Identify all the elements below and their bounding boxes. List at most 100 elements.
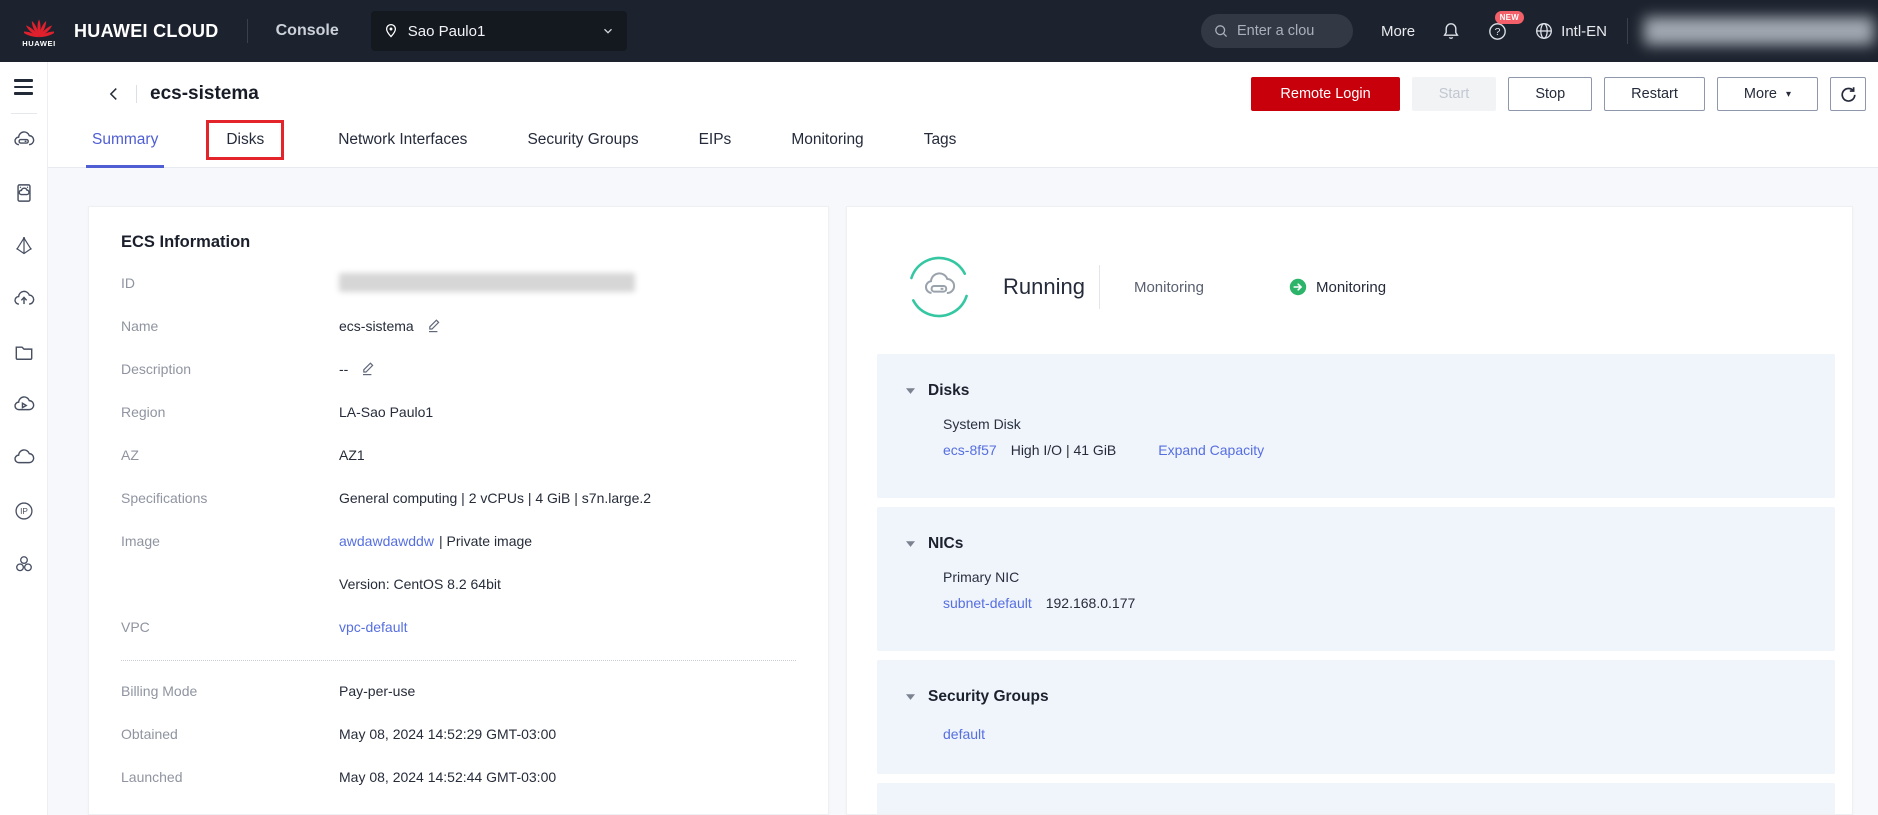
page-header: ecs-sistema Remote Login Start Stop Rest… (48, 62, 1878, 168)
divider (136, 85, 137, 103)
launched-value: May 08, 2024 14:52:44 GMT-03:00 (339, 769, 556, 785)
image-link[interactable]: awdawdawddw (339, 533, 434, 549)
search-input[interactable] (1237, 23, 1337, 39)
az-value: AZ1 (339, 447, 365, 463)
bell-icon (1441, 21, 1461, 41)
name-value: ecs-sistema (339, 318, 414, 334)
more-actions-button[interactable]: More▾ (1717, 77, 1818, 111)
edit-description-button[interactable] (359, 361, 375, 377)
info-row-name: Name ecs-sistema (121, 304, 796, 347)
globe-icon (1534, 21, 1554, 41)
running-status-icon (907, 255, 971, 319)
sidebar-item-autoscaling[interactable] (0, 220, 47, 273)
start-button[interactable]: Start (1412, 77, 1497, 111)
id-value-blurred (339, 273, 635, 292)
cluster-icon (13, 553, 35, 575)
status-text: Running (1003, 274, 1085, 300)
chevron-down-icon: ▾ (1786, 89, 1791, 100)
chevron-down-icon (601, 24, 615, 38)
detail-tabs: Summary Disks Network Interfaces Securit… (48, 112, 1878, 167)
sidebar-item-images[interactable] (0, 167, 47, 220)
primary-nic-label: Primary NIC (943, 569, 1835, 585)
huawei-logo[interactable]: HUAWEI (16, 14, 62, 48)
sidebar-item-vpc[interactable] (0, 432, 47, 485)
info-row-id: ID (121, 261, 796, 304)
security-group-link[interactable]: default (943, 726, 985, 742)
stop-button[interactable]: Stop (1508, 77, 1592, 111)
caret-down-icon (906, 541, 915, 547)
system-disk-label: System Disk (943, 416, 1835, 432)
info-row-specifications: Specifications General computing | 2 vCP… (121, 476, 796, 519)
back-button[interactable] (105, 85, 123, 103)
folder-icon (13, 341, 35, 363)
disk-spec: High I/O | 41 GiB (1011, 442, 1117, 458)
info-row-description: Description -- (121, 347, 796, 390)
menu-icon[interactable] (10, 75, 37, 99)
content: ECS Information ID Name ecs-sistema De (48, 168, 1878, 815)
expand-capacity-link[interactable]: Expand Capacity (1158, 442, 1264, 458)
autoscaling-icon (13, 235, 35, 257)
remote-login-button[interactable]: Remote Login (1251, 77, 1399, 111)
global-search[interactable] (1201, 14, 1353, 48)
security-groups-section-header[interactable]: Security Groups (906, 660, 1835, 706)
image-type: | Private image (439, 533, 532, 549)
edit-name-button[interactable] (425, 318, 441, 334)
page-title: ecs-sistema (150, 83, 259, 105)
disks-section: Disks System Disk ecs-8f57 High I/O | 41… (877, 354, 1835, 498)
user-account-blurred[interactable] (1644, 17, 1874, 45)
tab-disks[interactable]: Disks (206, 120, 284, 160)
refresh-button[interactable] (1830, 77, 1866, 111)
sidebar-item-eip[interactable]: IP (0, 485, 47, 538)
subnet-link[interactable]: subnet-default (943, 595, 1032, 611)
tab-eips[interactable]: EIPs (693, 112, 738, 167)
svg-text:IP: IP (20, 507, 28, 516)
topbar: HUAWEI HUAWEI CLOUD Console Sao Paulo1 M… (0, 0, 1878, 62)
sidebar-item-cloud-upload[interactable] (0, 273, 47, 326)
info-row-billing-mode: Billing Mode Pay-per-use (121, 669, 796, 712)
info-row-obtained: Obtained May 08, 2024 14:52:29 GMT-03:00 (121, 712, 796, 755)
disks-section-header[interactable]: Disks (906, 354, 1835, 400)
tab-network-interfaces[interactable]: Network Interfaces (332, 112, 473, 167)
specifications-value: General computing | 2 vCPUs | 4 GiB | s7… (339, 490, 651, 506)
main-area: ecs-sistema Remote Login Start Stop Rest… (48, 62, 1878, 815)
caret-down-icon (906, 388, 915, 394)
divider (1099, 265, 1100, 309)
obtained-value: May 08, 2024 14:52:29 GMT-03:00 (339, 726, 556, 742)
cloud-play-icon (13, 394, 35, 416)
storage-card-icon (13, 182, 35, 204)
tab-summary[interactable]: Summary (86, 112, 164, 167)
dotted-divider (121, 660, 796, 661)
notifications-button[interactable] (1441, 21, 1461, 41)
vpc-link[interactable]: vpc-default (339, 619, 407, 635)
monitoring-link[interactable]: Monitoring (1289, 278, 1386, 296)
language-selector[interactable] (1534, 21, 1554, 41)
language-label[interactable]: Intl-EN (1561, 23, 1607, 40)
sidebar-item-cluster[interactable] (0, 538, 47, 591)
more-menu[interactable]: More (1381, 23, 1415, 40)
back-chevron-icon (105, 85, 123, 103)
cloud-icon (13, 447, 35, 469)
console-link[interactable]: Console (276, 22, 339, 40)
ecs-information-card: ECS Information ID Name ecs-sistema De (88, 206, 829, 815)
logo-word: HUAWEI (22, 39, 56, 48)
sidebar-item-ecs[interactable] (0, 114, 47, 167)
location-pin-icon (383, 22, 399, 40)
tab-tags[interactable]: Tags (918, 112, 963, 167)
refresh-icon (1839, 85, 1858, 104)
tab-security-groups[interactable]: Security Groups (521, 112, 644, 167)
region-selector[interactable]: Sao Paulo1 (371, 11, 627, 51)
disk-name-link[interactable]: ecs-8f57 (943, 442, 997, 458)
cloud-upload-icon (13, 288, 35, 310)
region-value: LA-Sao Paulo1 (339, 404, 433, 420)
description-value: -- (339, 361, 348, 377)
caret-down-icon (906, 694, 915, 700)
tab-monitoring[interactable]: Monitoring (785, 112, 869, 167)
help-button[interactable]: ? NEW (1487, 21, 1508, 42)
sidebar-item-storage[interactable] (0, 326, 47, 379)
sidebar-item-cloud-play[interactable] (0, 379, 47, 432)
info-row-image-version: Version: CentOS 8.2 64bit (121, 562, 796, 605)
nics-section-header[interactable]: NICs (906, 507, 1835, 553)
restart-button[interactable]: Restart (1604, 77, 1705, 111)
arrow-right-circle-icon (1289, 278, 1307, 296)
status-row: Running Monitoring Monitoring (907, 255, 1852, 319)
